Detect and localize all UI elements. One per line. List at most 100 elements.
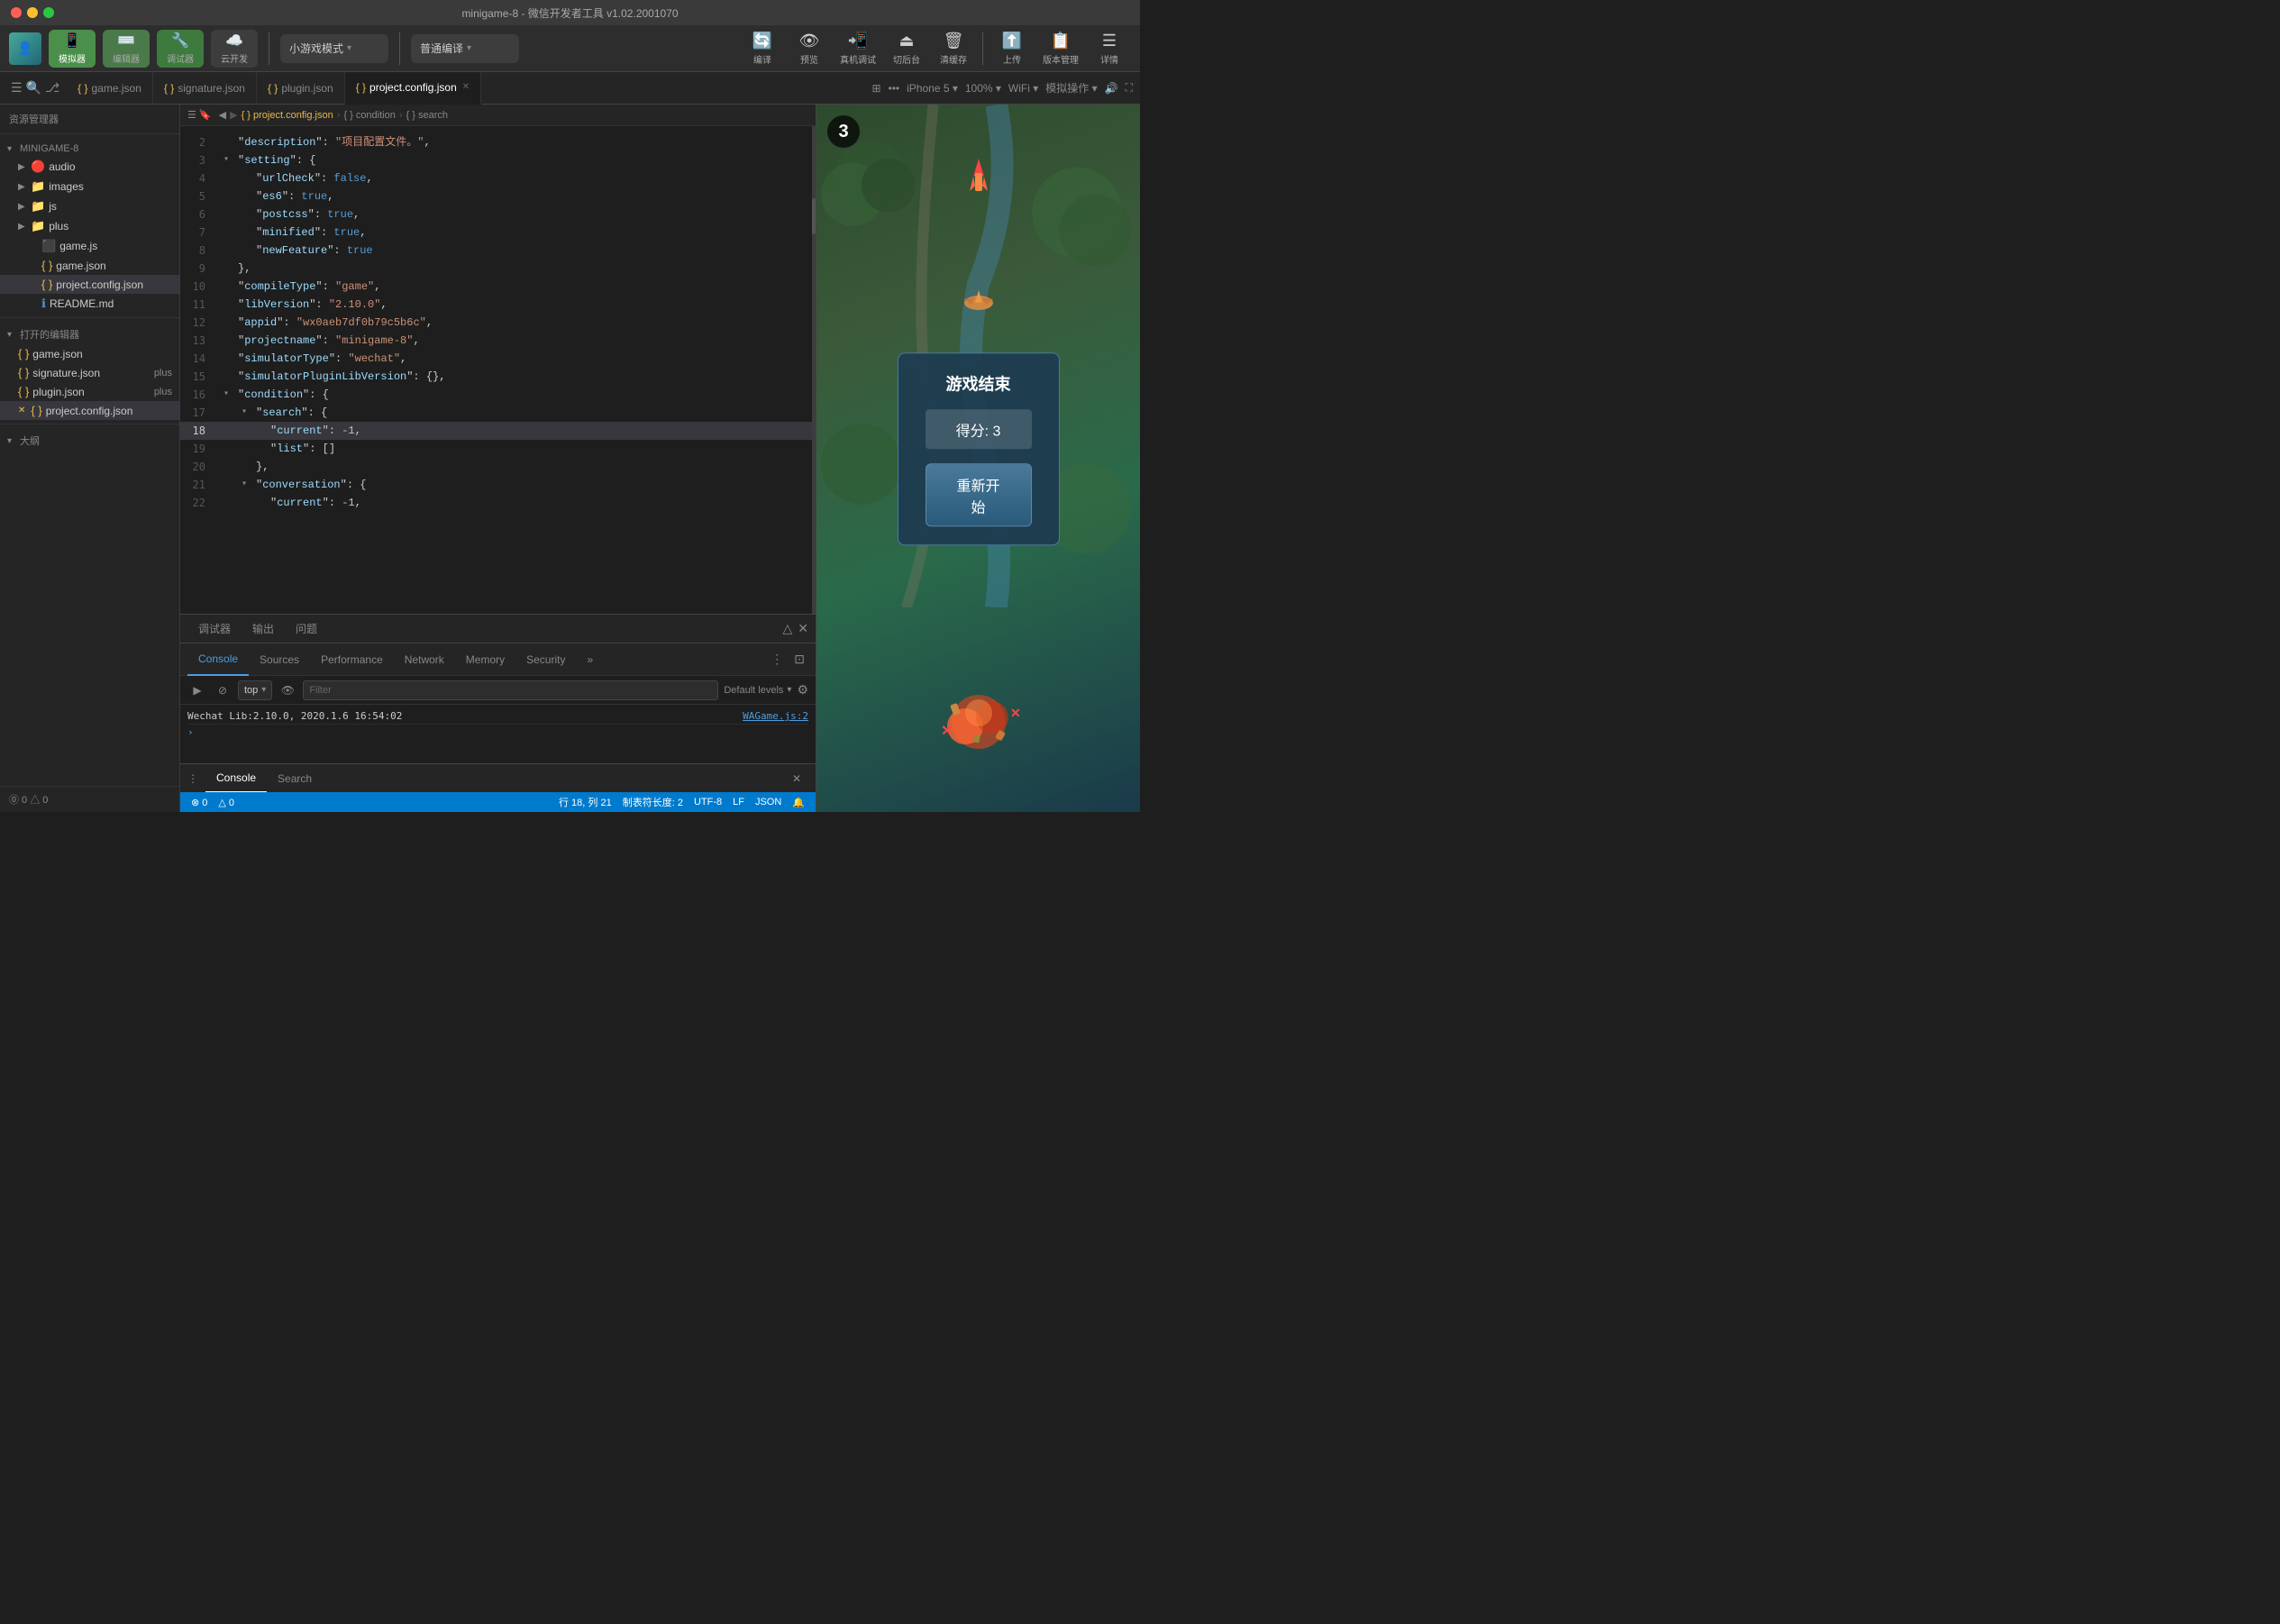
- device-selector[interactable]: iPhone 5 ▾: [907, 82, 958, 95]
- devtools-tab-sources[interactable]: Sources: [249, 643, 310, 676]
- devtools-tab-network[interactable]: Network: [394, 643, 455, 676]
- console-clear-btn[interactable]: ▶: [187, 680, 207, 700]
- window-controls[interactable]: [11, 7, 54, 18]
- console-bottom-menu-icon[interactable]: ⋮: [187, 772, 198, 785]
- simulator-button[interactable]: 📱 模拟器: [49, 30, 96, 68]
- breadcrumb-forward[interactable]: ▶: [230, 109, 237, 121]
- status-bar-right: 行 18, 列 21 制表符长度: 2 UTF-8 LF JSON 🔔: [559, 795, 805, 809]
- explosion-area: ✕ ✕: [925, 686, 1033, 758]
- code-line-9: },: [213, 260, 812, 278]
- minimize-button[interactable]: [27, 7, 38, 18]
- game-mode-dropdown[interactable]: 小游戏模式 ▾: [280, 34, 388, 63]
- volume-icon[interactable]: 🔊: [1105, 82, 1118, 95]
- devtools-menu-icon[interactable]: ⋮: [767, 650, 787, 669]
- console-content[interactable]: Wechat Lib:2.10.0, 2020.1.6 16:54:02 WAG…: [180, 705, 816, 763]
- console-block-btn[interactable]: ⊘: [213, 680, 233, 700]
- devtools-tab-memory[interactable]: Memory: [455, 643, 515, 676]
- console-bottom-close-icon[interactable]: ✕: [792, 772, 801, 785]
- sidebar-item-readme[interactable]: ▶ ℹ README.md: [0, 294, 179, 314]
- user-avatar[interactable]: 👤: [9, 32, 41, 65]
- devtools-tab-performance[interactable]: Performance: [310, 643, 394, 676]
- console-gear-icon[interactable]: ⚙: [797, 682, 808, 698]
- sidebar-item-gamejson[interactable]: ▶ { } game.json: [0, 256, 179, 275]
- sidebar-item-js[interactable]: ▶ 📁 js: [0, 196, 179, 216]
- close-button[interactable]: [11, 7, 22, 18]
- console-toolbar: ▶ ⊘ top ▾ 👁 Default levels ▾ ⚙: [180, 676, 816, 705]
- source-control-icon[interactable]: ⎇: [45, 80, 59, 96]
- breadcrumb-condition: { } condition: [343, 110, 396, 121]
- fullscreen-icon[interactable]: ⛶: [1126, 81, 1133, 95]
- devtools-tab-security[interactable]: Security: [515, 643, 576, 676]
- open-editor-gamejson[interactable]: { } game.json: [0, 344, 179, 363]
- console-eye-icon: 👁: [281, 684, 295, 697]
- panel-tab-debugger[interactable]: 调试器: [187, 615, 242, 643]
- sim-actions-selector[interactable]: 模拟操作 ▾: [1045, 80, 1097, 96]
- sidebar-item-images[interactable]: ▶ 📁 images: [0, 177, 179, 196]
- console-levels-selector[interactable]: Default levels ▾: [724, 685, 791, 696]
- console-bottom-tab-console[interactable]: Console: [205, 764, 267, 793]
- sidebar-item-projectconfig[interactable]: ▶ { } project.config.json: [0, 275, 179, 294]
- sidebar-toggle-icon[interactable]: ☰: [11, 80, 23, 96]
- panel-close-icon[interactable]: ✕: [798, 621, 808, 636]
- search-icon[interactable]: 🔍: [26, 80, 41, 96]
- cloud-dev-button[interactable]: ☁️ 云开发: [211, 30, 258, 68]
- console-eye-btn[interactable]: 👁: [278, 680, 297, 700]
- devtools-popout-icon[interactable]: ⊡: [790, 650, 808, 669]
- split-editor-icon[interactable]: ⊞: [871, 82, 880, 95]
- compile-mode-dropdown[interactable]: 普通编译 ▾: [411, 34, 519, 63]
- open-editor-signature[interactable]: { } signature.json plus: [0, 363, 179, 382]
- preview-label: 预览: [800, 52, 818, 66]
- panel-tab-problems[interactable]: 问题: [285, 615, 328, 643]
- details-button[interactable]: ☰ 详情: [1088, 30, 1131, 68]
- maximize-button[interactable]: [43, 7, 54, 18]
- tab-signature-json[interactable]: { } signature.json: [153, 72, 257, 105]
- oe-plugin-label: plugin.json: [32, 386, 147, 398]
- tab-close-icon[interactable]: ✕: [462, 82, 470, 92]
- compile-button[interactable]: 🔄 编译: [741, 30, 784, 68]
- sidebar-item-audio[interactable]: ▶ 🔴 audio: [0, 157, 179, 177]
- debugger-button[interactable]: 🔧 调试器: [157, 30, 204, 68]
- console-filter-input[interactable]: [303, 680, 718, 700]
- tab-plugin-json[interactable]: { } plugin.json: [257, 72, 345, 105]
- preview-button[interactable]: 👁 预览: [788, 30, 831, 68]
- open-editor-plugin[interactable]: { } plugin.json plus: [0, 382, 179, 401]
- sidebar-header: 资源管理器: [0, 105, 179, 134]
- devtools-memory-label: Memory: [466, 653, 505, 666]
- restart-button[interactable]: 重新开始: [926, 463, 1032, 526]
- tab-game-json[interactable]: { } game.json: [67, 72, 153, 105]
- tab-bar-more-icon[interactable]: •••: [889, 82, 900, 95]
- cut-background-button[interactable]: ⏏ 切后台: [885, 30, 928, 68]
- panel-expand-icon[interactable]: △: [782, 621, 792, 636]
- version-mgr-button[interactable]: 📋 版本管理: [1037, 30, 1084, 68]
- oe-gamejson-icon: { }: [18, 347, 29, 360]
- console-bottom-tab-search[interactable]: Search: [267, 764, 323, 793]
- devtools-tab-more[interactable]: »: [576, 643, 604, 676]
- audio-icon: 🔴: [31, 160, 45, 174]
- cut-bg-icon: ⏏: [898, 32, 914, 50]
- breadcrumb-search: { } search: [406, 110, 448, 121]
- devtools-tab-console[interactable]: Console: [187, 643, 249, 676]
- console-log-source-1[interactable]: WAGame.js:2: [743, 710, 808, 722]
- open-editor-projectconfig[interactable]: ✕ { } project.config.json: [0, 401, 179, 420]
- clear-cache-button[interactable]: 🗑 清缓存: [932, 30, 975, 68]
- open-editors-header[interactable]: ▾ 打开的编辑器: [0, 322, 179, 344]
- outline-header[interactable]: ▾ 大纲: [0, 428, 179, 451]
- tab-label-game: game.json: [92, 82, 141, 95]
- sidebar-item-plus[interactable]: ▶ 📁 plus: [0, 216, 179, 236]
- sidebar-item-gamejs[interactable]: ▶ ⬛ game.js: [0, 236, 179, 256]
- upload-button[interactable]: ⬆️ 上传: [990, 30, 1034, 68]
- network-selector[interactable]: WiFi ▾: [1008, 82, 1038, 95]
- real-device-button[interactable]: 📲 真机调试: [834, 30, 881, 68]
- project-section-header[interactable]: ▾ MINIGAME-8: [0, 138, 179, 157]
- status-errors: ⓪ 0 △ 0: [9, 792, 48, 807]
- editor-button[interactable]: ⌨️ 编辑器: [103, 30, 150, 68]
- game-canvas: 3 游戏结束 得: [816, 105, 1140, 812]
- code-content[interactable]: "description": "项目配置文件。", ▾ "setting": {…: [213, 126, 812, 614]
- tab-project-config[interactable]: { } project.config.json ✕: [345, 72, 481, 105]
- compile-mode-text: 普通编译: [420, 41, 463, 56]
- breadcrumb-back[interactable]: ◀: [219, 109, 226, 121]
- code-editor[interactable]: 23456 7891011 1213141516 171819 202122 "…: [180, 126, 816, 614]
- zoom-selector[interactable]: 100% ▾: [965, 82, 1001, 95]
- console-context-selector[interactable]: top ▾: [238, 680, 272, 700]
- panel-tab-output[interactable]: 输出: [242, 615, 285, 643]
